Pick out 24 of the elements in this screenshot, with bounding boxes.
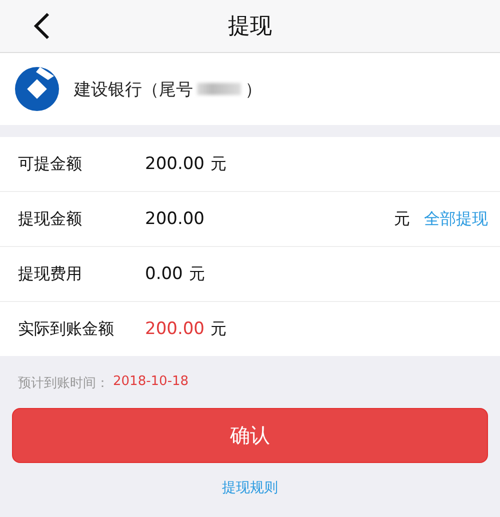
row-label: 可提金额 xyxy=(18,154,83,174)
confirm-button[interactable]: 确认 xyxy=(12,408,488,463)
bank-logo-icon xyxy=(14,66,60,112)
amount-value: 200.00 xyxy=(145,319,204,339)
withdraw-all-link[interactable]: 全部提现 xyxy=(424,208,488,230)
row-label: 提现费用 xyxy=(18,264,83,284)
unit-text: 元 xyxy=(210,318,226,340)
row-label: 提现金额 xyxy=(18,208,83,230)
bank-card-row[interactable]: 建设银行（尾号 ） xyxy=(0,53,500,125)
row-label: 实际到账金额 xyxy=(18,318,115,340)
unit-text: 元 xyxy=(210,154,226,174)
closing-bracket: ） xyxy=(245,78,262,100)
rules-link[interactable]: 提现规则 xyxy=(222,479,278,497)
masked-number-icon xyxy=(197,83,241,95)
page-title: 提现 xyxy=(228,13,272,41)
amount-input[interactable]: 200.00 xyxy=(145,209,388,229)
amount-value: 0.00 xyxy=(145,264,183,284)
unit-text: 元 xyxy=(394,208,410,230)
arrival-date: 2018-10-18 xyxy=(113,374,189,391)
arrival-label: 预计到账时间： xyxy=(18,375,109,392)
unit-text: 元 xyxy=(188,264,205,284)
amount-value: 200.00 xyxy=(145,154,204,174)
bank-name: 建设银行（尾号 xyxy=(74,78,193,100)
back-icon[interactable] xyxy=(32,12,52,40)
